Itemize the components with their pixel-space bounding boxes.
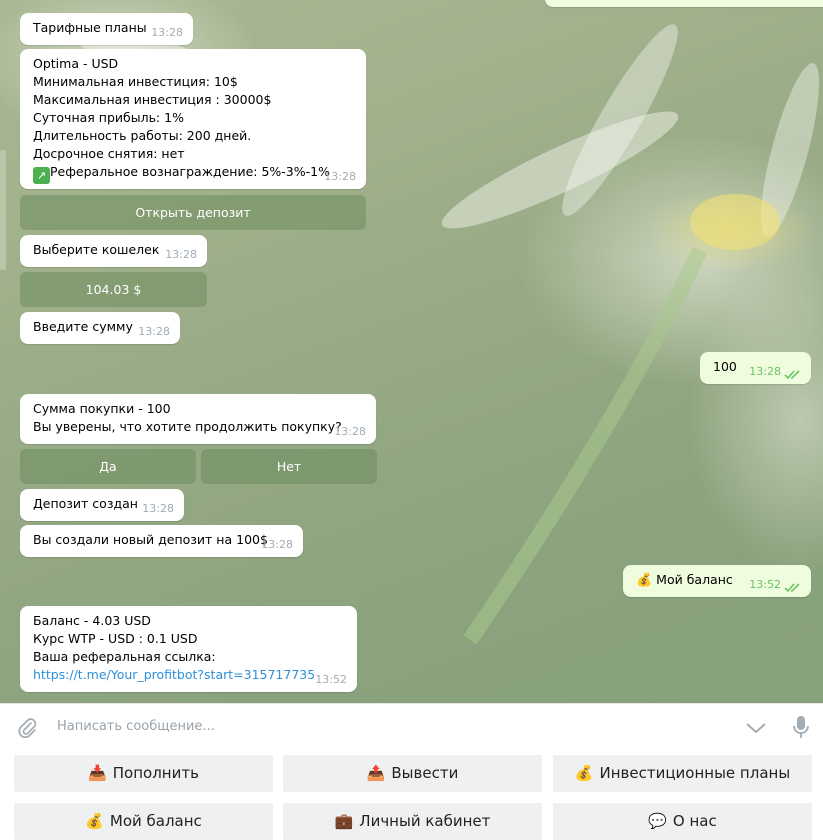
incoming-message: Тарифные планы 13:28 [20, 13, 193, 45]
message-line: Минимальная инвестиция: 10$ [33, 74, 238, 89]
message-time: 13:28 [324, 170, 356, 183]
message-time: 13:28 [138, 325, 170, 338]
money-bag-icon: 💰 [574, 764, 594, 782]
message-line: Вы уверены, что хотите продолжить покупк… [33, 419, 342, 434]
keyboard-button-investment-plans[interactable]: 💰 Инвестиционные планы [553, 755, 812, 792]
double-check-icon [784, 583, 800, 593]
message-line: Длительность работы: 200 дней. [33, 128, 252, 143]
money-bag-icon: 💰 [636, 573, 653, 588]
message-line: Максимальная инвестиция : 30000$ [33, 92, 272, 107]
message-line: ↗ Реферальное вознаграждение: 5%-3%-1% [33, 163, 353, 184]
message-time: 13:28 [334, 425, 366, 438]
message-line: Optima - USD [33, 56, 119, 71]
message-text: Выберите кошелек [33, 242, 160, 257]
incoming-message-confirm: Сумма покупки - 100 Вы уверены, что хоти… [20, 394, 376, 444]
chart-up-icon: ↗ [33, 167, 50, 184]
message-line: Баланс - 4.03 USD [33, 613, 151, 628]
message-text: Мой баланс [656, 572, 733, 587]
message-time: 13:28 [261, 538, 293, 551]
outgoing-message: 100 13:28 [700, 352, 811, 384]
button-label: Вывести [391, 764, 459, 782]
message-text: 100 [713, 359, 737, 374]
outgoing-message-cut [545, 0, 823, 7]
open-deposit-button[interactable]: Открыть депозит [20, 195, 366, 230]
referral-link[interactable]: https://t.me/Your_profitbot?start=315717… [33, 666, 344, 684]
button-label: Инвестиционные планы [599, 764, 791, 782]
double-check-icon [784, 370, 800, 380]
button-label: О нас [672, 812, 717, 830]
bot-keyboard: 📥 Пополнить 📤 Вывести 💰 Инвестиционные план… [0, 749, 823, 840]
message-line: Ваша реферальная ссылка: [33, 649, 216, 664]
no-button[interactable]: Нет [201, 449, 377, 484]
incoming-message-tariff: Optima - USD Минимальная инвестиция: 10$… [20, 49, 366, 189]
wallpaper-edge [0, 150, 6, 270]
message-time: 13:28 [151, 26, 183, 39]
message-input[interactable]: Написать сообщение... [57, 719, 215, 734]
keyboard-button-about[interactable]: 💬 О нас [553, 803, 812, 840]
message-input-bar: Написать сообщение... [0, 703, 823, 750]
message-time: 13:28 [165, 248, 197, 261]
message-line: Суточная прибыль: 1% [33, 110, 184, 125]
outbox-tray-icon: 📤 [366, 764, 386, 782]
keyboard-button-withdraw[interactable]: 📤 Вывести [283, 755, 542, 792]
chevron-down-icon[interactable] [745, 721, 767, 735]
speech-bubble-icon: 💬 [648, 812, 667, 830]
incoming-message: Депозит создан 13:28 [20, 489, 184, 521]
message-time: 13:52 [315, 673, 347, 686]
message-text: Вы создали новый депозит на 100$ [33, 532, 268, 547]
briefcase-icon: 💼 [334, 812, 354, 830]
microphone-icon[interactable] [792, 715, 810, 739]
button-label: Мой баланс [109, 812, 202, 830]
chat-area: Тарифные планы 13:28 Optima - USD Минима… [0, 0, 823, 703]
keyboard-button-my-balance[interactable]: 💰 Мой баланс [14, 803, 273, 840]
wallet-button[interactable]: 104.03 $ [20, 272, 207, 307]
message-time: 13:28 [749, 365, 781, 378]
money-bag-icon: 💰 [85, 812, 104, 830]
message-text: Введите сумму [33, 319, 133, 334]
referral-text: Реферальное вознаграждение: 5%-3%-1% [50, 164, 330, 179]
incoming-message-balance: Баланс - 4.03 USD Курс WTP - USD : 0.1 U… [20, 606, 357, 692]
inbox-tray-icon: 📥 [88, 764, 107, 782]
yes-button[interactable]: Да [20, 449, 196, 484]
button-label: Пополнить [112, 764, 199, 782]
incoming-message: Вы создали новый депозит на 100$ 13:28 [20, 525, 303, 557]
incoming-message: Выберите кошелек 13:28 [20, 235, 207, 267]
message-line: Сумма покупки - 100 [33, 401, 171, 416]
button-label: Личный кабинет [359, 812, 491, 830]
outgoing-message: 💰 Мой баланс 13:52 [623, 565, 811, 597]
paperclip-icon[interactable] [16, 716, 38, 738]
message-text: Тарифные планы [33, 20, 147, 35]
message-time: 13:52 [749, 578, 781, 591]
message-line: Курс WTP - USD : 0.1 USD [33, 631, 198, 646]
keyboard-button-account[interactable]: 💼 Личный кабинет [283, 803, 542, 840]
message-time: 13:28 [142, 502, 174, 515]
message-text: Депозит создан [33, 496, 138, 511]
keyboard-button-deposit[interactable]: 📥 Пополнить [14, 755, 273, 792]
incoming-message: Введите сумму 13:28 [20, 312, 180, 344]
message-line: Досрочное снятия: нет [33, 146, 185, 161]
